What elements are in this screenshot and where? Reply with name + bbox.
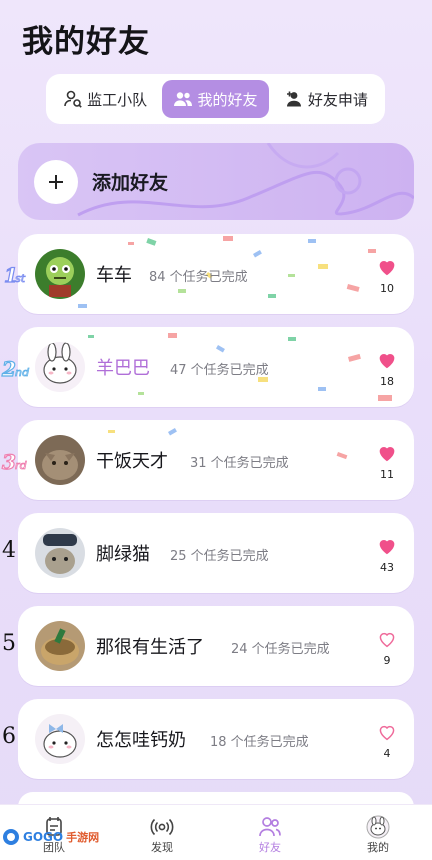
rank-third-badge: 3 rd [1,449,28,474]
bunny-avatar [35,342,85,392]
like-count: 43 [380,561,394,574]
tasks-completed: 31 个任务已完成 [190,456,289,471]
friend-row[interactable]: 怎怎哇钙奶 18 个任务已完成 4 [18,699,414,779]
heart-icon[interactable] [376,535,398,557]
friends-icon [174,92,193,106]
gogo-logo-icon [3,829,19,845]
watermark-logo: GOGO 手游网 [2,828,99,846]
svg-text:3: 3 [2,450,16,474]
tasks-completed: 18 个任务已完成 [210,735,309,750]
supervisor-icon [64,90,82,108]
tab-supervisors[interactable]: 监工小队 [52,80,158,118]
bread-avatar [35,621,85,671]
tasks-completed: 25 个任务已完成 [170,549,269,564]
bunny-bow-avatar [35,714,85,764]
rank-first-badge: 1 st [3,262,26,287]
friend-row[interactable]: 那很有生活了 24 个任务已完成 9 [18,606,414,686]
like-count: 10 [380,282,394,295]
rank-number: 4 [2,538,16,563]
add-friend-icon [286,91,301,107]
zombie-avatar [35,249,85,299]
heart-outline-icon[interactable] [376,721,398,743]
tab-friend-requests[interactable]: 好友申请 [273,80,379,118]
tab-label: 好友申请 [307,90,368,109]
tasks-completed: 84 个任务已完成 [149,270,248,285]
heart-icon[interactable] [376,256,398,278]
like-count: 11 [380,468,394,481]
nav-discover[interactable]: 发现 [108,805,216,860]
add-friend-label: 添加好友 [92,172,169,194]
svg-text:2: 2 [1,357,16,381]
tasks-completed: 24 个任务已完成 [231,642,330,657]
nav-label: 发现 [151,841,173,854]
nav-me[interactable]: 我的 [324,805,432,860]
friend-row[interactable]: 车车 84 个任务已完成 10 [18,234,414,314]
like-count: 4 [383,747,391,760]
friend-row[interactable]: 脚绿猫 25 个任务已完成 43 [18,513,414,593]
friend-name: 车车 [96,265,132,286]
nav-label: 好友 [259,841,281,854]
heart-icon[interactable] [376,349,398,371]
nav-friends[interactable]: 好友 [216,805,324,860]
tab-label: 我的好友 [197,90,258,109]
watermark-text-2: 手游网 [66,831,100,844]
friend-name: 脚绿猫 [96,544,150,565]
cat-cap-avatar [35,528,85,578]
friend-name: 怎怎哇钙奶 [96,730,186,751]
friend-row[interactable]: 干饭天才 31 个任务已完成 11 [18,420,414,500]
svg-text:nd: nd [15,366,30,379]
broadcast-icon [150,818,174,836]
page-title: 我的好友 [22,24,150,60]
friend-name: 干饭天才 [96,451,168,472]
friend-name: 羊巴巴 [96,358,150,379]
friend-tabs: 监工小队 我的好友 好友申请 [46,74,385,124]
rank-second-badge: 2 nd [0,356,30,381]
tasks-completed: 47 个任务已完成 [170,363,269,378]
watermark-text: GOGO [23,830,64,844]
rank-number: 5 [2,631,16,656]
plus-icon [34,159,78,204]
tab-label: 监工小队 [87,90,148,109]
heart-icon[interactable] [376,442,398,464]
svg-text:st: st [15,272,26,285]
friend-name: 那很有生活了 [96,637,204,658]
cat-photo-avatar [35,435,85,485]
avatar-icon [366,815,390,839]
heart-outline-icon[interactable] [376,628,398,650]
add-friend-button[interactable]: 添加好友 [18,143,414,220]
nav-label: 我的 [367,841,389,854]
rank-number: 6 [2,724,16,749]
tab-my-friends[interactable]: 我的好友 [162,80,269,118]
friends-icon [259,817,281,837]
friend-row[interactable]: 羊巴巴 47 个任务已完成 18 [18,327,414,407]
like-count: 18 [380,375,394,388]
svg-text:rd: rd [15,459,28,472]
like-count: 9 [383,654,391,667]
